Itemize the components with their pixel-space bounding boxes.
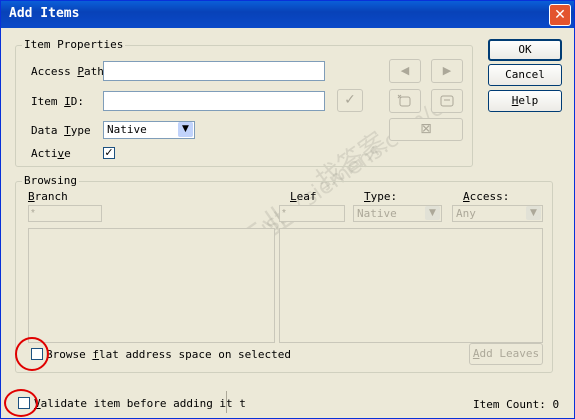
data-type-value: Native	[107, 123, 147, 136]
close-button[interactable]: ✕	[549, 4, 571, 26]
item-list-icon	[440, 95, 454, 107]
validate-item-button[interactable]: ✓	[337, 89, 363, 112]
data-type-label: Data Type	[31, 124, 91, 137]
type-filter-value: Native	[357, 207, 397, 220]
active-checkbox[interactable]: ✓	[103, 147, 115, 159]
chevron-down-icon: ▼	[425, 206, 440, 220]
branch-filter-field[interactable]	[28, 205, 102, 222]
item-count: Item Count: 0	[473, 398, 560, 411]
access-path-field[interactable]	[103, 61, 325, 81]
previous-item-button[interactable]: ◀	[389, 59, 421, 83]
dialog-title: Add Items	[9, 6, 80, 21]
access-filter-select[interactable]: Any ▼	[452, 205, 543, 222]
add-items-dialog: Add Items ✕ 西门子工业 support.industry.sieme…	[0, 0, 575, 419]
active-label: Active	[31, 147, 71, 160]
arrow-right-icon: ▶	[442, 64, 452, 77]
leaf-list[interactable]	[279, 228, 543, 343]
type-filter-select[interactable]: Native ▼	[353, 205, 442, 222]
type-filter-label: Type:	[364, 190, 398, 203]
arrow-left-icon: ◀	[400, 64, 410, 77]
annotation-circle-validate	[4, 389, 38, 417]
data-type-select[interactable]: Native ▼	[103, 121, 195, 139]
ok-button[interactable]: OK	[488, 39, 562, 61]
item-id-field[interactable]	[103, 91, 325, 111]
annotation-circle-browse	[15, 337, 49, 371]
add-leaves-button[interactable]: Add Leaves	[469, 343, 543, 365]
check-icon: ✓	[344, 92, 356, 108]
access-path-label: Access Path	[31, 65, 104, 78]
validate-before-adding-label: Validate item before adding it t	[34, 397, 246, 410]
add-item-icon	[397, 94, 411, 107]
leaf-label: Leaf	[290, 190, 317, 203]
branch-tree[interactable]	[28, 228, 275, 343]
validate-label-divider	[226, 391, 227, 413]
next-item-button[interactable]: ▶	[431, 59, 463, 83]
add-items-list-button[interactable]	[431, 89, 463, 113]
title-bar: Add Items ✕	[1, 1, 574, 28]
item-properties-label: Item Properties	[22, 38, 126, 51]
chevron-down-icon: ▼	[178, 122, 193, 137]
remove-icon: ⊠	[420, 121, 432, 137]
access-filter-label: Access:	[463, 190, 510, 203]
item-id-label: Item ID:	[31, 95, 84, 108]
browse-flat-label: Browse flat address space on selected	[46, 348, 292, 361]
add-item-button[interactable]	[389, 89, 421, 113]
leaf-filter-field[interactable]	[279, 205, 345, 222]
access-filter-value: Any	[456, 207, 476, 220]
remove-item-button[interactable]: ⊠	[389, 118, 463, 141]
cancel-button[interactable]: Cancel	[488, 64, 562, 86]
browsing-label: Browsing	[22, 174, 79, 187]
help-button[interactable]: Help	[488, 90, 562, 112]
branch-label: Branch	[28, 190, 68, 203]
close-icon: ✕	[554, 7, 566, 23]
chevron-down-icon: ▼	[526, 206, 541, 220]
